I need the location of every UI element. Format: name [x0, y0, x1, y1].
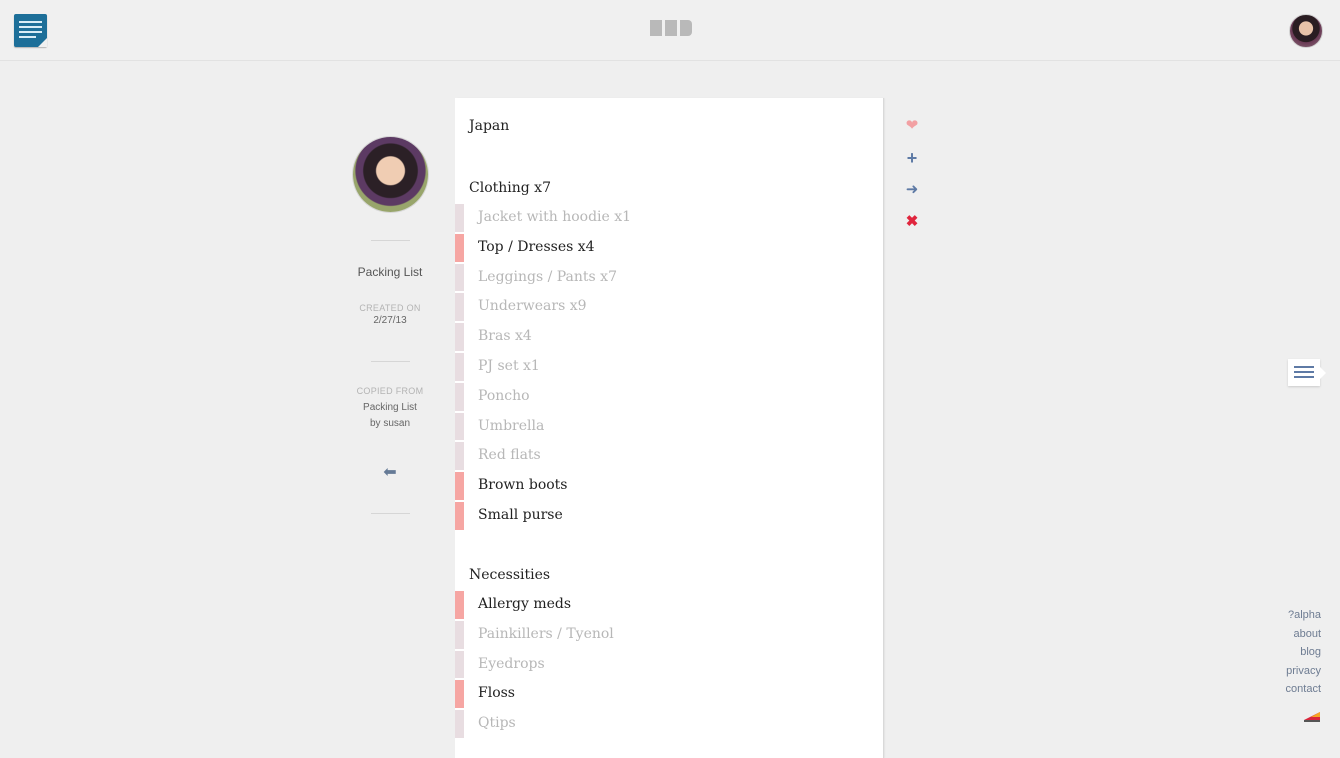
- list-item[interactable]: Jacket with hoodie x1: [455, 203, 883, 233]
- list-item-label: Floss: [478, 685, 515, 702]
- list-item-label: Small purse: [478, 506, 563, 523]
- app-logo[interactable]: [650, 20, 692, 36]
- footer-link-contact[interactable]: contact: [1286, 680, 1321, 699]
- divider: [371, 361, 410, 362]
- back-arrow-icon[interactable]: ⬅: [380, 463, 400, 483]
- list-item[interactable]: Bras x4: [455, 322, 883, 352]
- heart-icon[interactable]: ❤: [903, 117, 921, 135]
- owner-avatar[interactable]: [353, 137, 428, 212]
- list-item[interactable]: Allergy meds: [455, 590, 883, 620]
- list-name-label: Packing List: [357, 265, 423, 279]
- item-status-bar[interactable]: [455, 710, 464, 738]
- item-status-bar[interactable]: [455, 263, 464, 292]
- section-necessities: Necessities Allergy meds Painkillers / Ty…: [455, 560, 883, 739]
- list-item[interactable]: Leggings / Pants x7: [455, 263, 883, 293]
- section-clothing: Clothing x7 Jacket with hoodie x1 Top / D…: [455, 173, 883, 531]
- list-item[interactable]: Brown boots: [455, 471, 883, 501]
- top-bar: [0, 0, 1340, 61]
- item-status-bar[interactable]: [455, 650, 464, 679]
- list-item[interactable]: Painkillers / Tyenol: [455, 620, 883, 650]
- list-item-label: Underwears x9: [478, 298, 587, 315]
- item-status-bar[interactable]: [455, 501, 464, 530]
- item-status-bar[interactable]: [455, 293, 464, 322]
- section-heading[interactable]: Clothing x7: [455, 173, 883, 203]
- footer-link-blog[interactable]: blog: [1286, 643, 1321, 662]
- list-item[interactable]: Red flats: [455, 441, 883, 471]
- list-item-label: Eyedrops: [478, 655, 545, 672]
- item-status-bar[interactable]: [455, 323, 464, 351]
- item-status-bar[interactable]: [455, 382, 464, 411]
- item-status-bar[interactable]: [455, 352, 464, 381]
- side-menu-button[interactable]: [1288, 359, 1326, 386]
- list-item[interactable]: Top / Dresses x4: [455, 233, 883, 263]
- list-item[interactable]: PJ set x1: [455, 352, 883, 382]
- divider: [371, 240, 410, 241]
- footer-link-about[interactable]: about: [1286, 625, 1321, 644]
- list-item-label: Bras x4: [478, 328, 532, 345]
- copied-info: COPIED FROM Packing List by susan: [330, 386, 450, 432]
- list-item-label: Poncho: [478, 387, 530, 404]
- copied-label: COPIED FROM: [356, 386, 424, 396]
- list-item[interactable]: Eyedrops: [455, 650, 883, 680]
- footer-logo-icon[interactable]: [1304, 708, 1320, 722]
- created-info: CREATED ON 2/27/13: [330, 303, 450, 329]
- close-icon[interactable]: ✖: [903, 213, 921, 231]
- item-status-bar[interactable]: [455, 233, 464, 262]
- list-item[interactable]: Small purse: [455, 501, 883, 531]
- list-card: Japan Clothing x7 Jacket with hoodie x1 T…: [455, 98, 883, 758]
- item-status-bar[interactable]: [455, 591, 464, 619]
- list-item-label: PJ set x1: [478, 357, 540, 374]
- item-status-bar[interactable]: [455, 680, 464, 709]
- list-item-label: Allergy meds: [478, 596, 572, 612]
- copied-list-link[interactable]: Packing List: [330, 400, 450, 416]
- list-title[interactable]: Japan: [469, 118, 509, 134]
- section-heading[interactable]: Necessities: [455, 560, 883, 590]
- item-status-bar[interactable]: [455, 620, 464, 649]
- list-item-label: Top / Dresses x4: [478, 238, 595, 255]
- created-label: CREATED ON: [359, 303, 421, 313]
- list-item-label: Jacket with hoodie x1: [478, 209, 632, 225]
- list-item[interactable]: Underwears x9: [455, 292, 883, 322]
- list-item-label: Umbrella: [478, 417, 545, 434]
- list-item[interactable]: Poncho: [455, 382, 883, 412]
- list-item-label: Brown boots: [478, 477, 568, 494]
- arrow-right-icon[interactable]: ➜: [903, 181, 921, 199]
- notes-menu-icon[interactable]: [14, 14, 47, 47]
- list-item[interactable]: Floss: [455, 679, 883, 709]
- plus-icon[interactable]: +: [903, 149, 921, 167]
- item-status-bar[interactable]: [455, 442, 464, 471]
- item-status-bar[interactable]: [455, 204, 464, 232]
- user-avatar[interactable]: [1289, 14, 1323, 48]
- created-date: 2/27/13: [373, 315, 407, 326]
- divider: [371, 513, 410, 514]
- list-item-label: Qtips: [478, 715, 516, 732]
- footer-link-alpha[interactable]: ?alpha: [1286, 606, 1321, 625]
- footer-links: ?alpha about blog privacy contact: [1286, 606, 1321, 699]
- list-item[interactable]: Qtips: [455, 709, 883, 739]
- copied-by[interactable]: by susan: [330, 416, 450, 432]
- list-item-label: Leggings / Pants x7: [478, 268, 617, 285]
- list-item[interactable]: Umbrella: [455, 412, 883, 442]
- item-status-bar[interactable]: [455, 412, 464, 441]
- footer-link-privacy[interactable]: privacy: [1286, 662, 1321, 681]
- item-status-bar[interactable]: [455, 472, 464, 500]
- list-item-label: Painkillers / Tyenol: [478, 625, 614, 642]
- list-item-label: Red flats: [478, 447, 541, 464]
